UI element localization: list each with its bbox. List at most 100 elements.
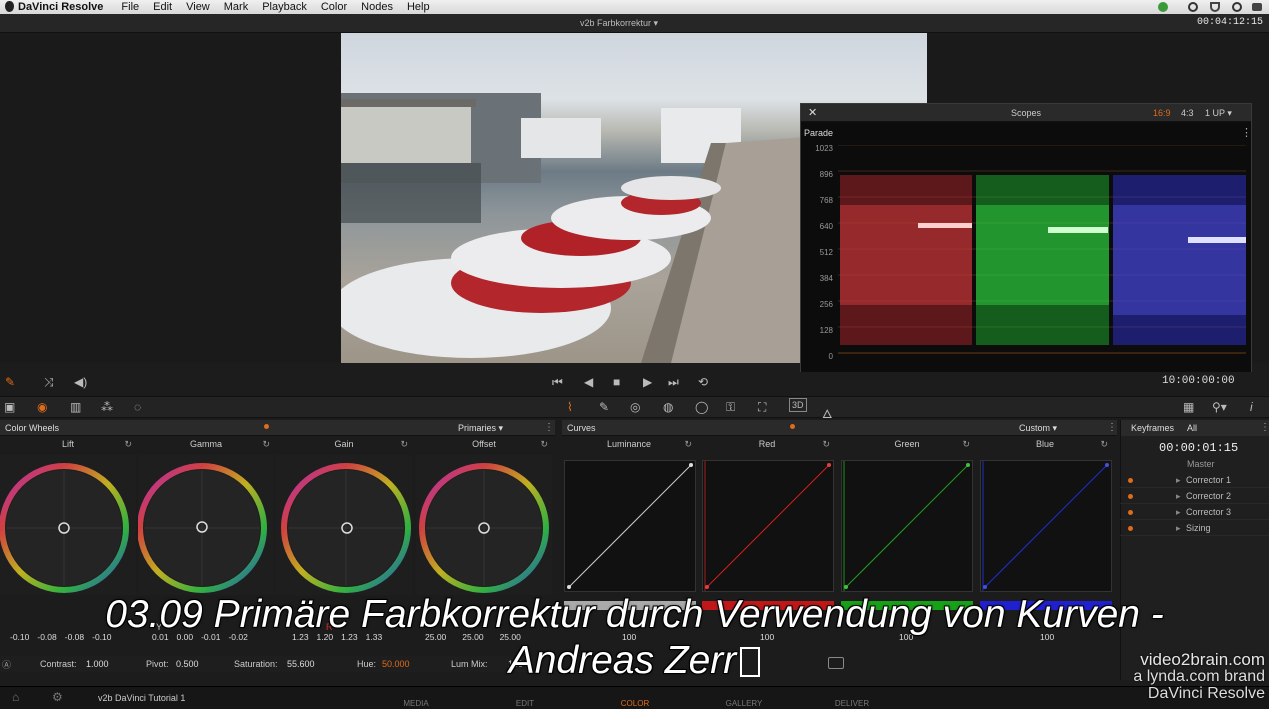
tab-gallery[interactable]: GALLERY	[714, 699, 774, 708]
wheel-label-offset: Offset ↻	[472, 439, 548, 450]
apple-icon[interactable]	[5, 1, 14, 12]
aspect-4-3[interactable]: 4:3	[1181, 108, 1194, 118]
creative-cloud-icon[interactable]	[1188, 2, 1198, 12]
luminance-curve[interactable]	[564, 460, 696, 592]
wheels-mode-select[interactable]: Primaries ▾	[458, 423, 503, 434]
watermark-line-1: video2brain.com	[1140, 650, 1265, 669]
home-icon[interactable]: ⌂	[12, 690, 19, 704]
keyframe-row[interactable]: ▸ Sizing	[1120, 521, 1269, 536]
info-icon[interactable]: i	[1250, 400, 1253, 414]
keyframe-dot	[1128, 478, 1133, 483]
offset-wheel[interactable]	[416, 455, 552, 595]
motion-icon[interactable]: ◌	[134, 400, 141, 414]
gain-wheel[interactable]	[276, 455, 412, 595]
tab-media[interactable]: MEDIA	[386, 699, 446, 708]
expand-icon[interactable]: ▸	[1176, 523, 1181, 534]
scope-options-icon[interactable]: ⋮	[1241, 126, 1252, 139]
curves-options-icon[interactable]: ⋮	[1107, 422, 1117, 433]
curve-label-green: Green ↻	[894, 439, 970, 450]
menu-help[interactable]: Help	[407, 1, 430, 13]
eyedropper-tool-icon[interactable]: ✎	[5, 375, 15, 389]
window-icon[interactable]: ◎	[630, 400, 640, 414]
curves-indicator-dot	[790, 424, 795, 429]
skip-back-icon[interactable]: ⏮	[552, 375, 563, 390]
lift-wheel[interactable]	[0, 455, 136, 595]
scale-label: 512	[819, 248, 833, 257]
menu-file[interactable]: File	[121, 1, 139, 13]
search-icon[interactable]	[1232, 2, 1242, 12]
keyframe-row[interactable]: ▸ Corrector 1	[1120, 473, 1269, 488]
scale-label: 640	[819, 222, 833, 231]
keyframe-row-label: Sizing	[1186, 523, 1211, 533]
zoom-icon[interactable]: ⚲▾	[1212, 400, 1227, 414]
rgb-mixer-icon[interactable]: ⁂	[101, 400, 113, 414]
3d-icon[interactable]: 3D	[789, 398, 807, 412]
color-wheels-icon[interactable]: ◉	[37, 400, 47, 414]
grid-icon[interactable]: ▦	[1183, 400, 1194, 414]
tab-color[interactable]: COLOR	[605, 699, 665, 708]
shuffle-icon[interactable]: ⤨	[44, 375, 54, 390]
tab-edit[interactable]: EDIT	[495, 699, 555, 708]
tab-deliver[interactable]: DELIVER	[822, 699, 882, 708]
menu-color[interactable]: Color	[321, 1, 347, 13]
scale-label: 0	[828, 352, 833, 361]
skip-forward-icon[interactable]: ⏭	[668, 375, 679, 390]
blur-icon[interactable]: ◯	[695, 400, 708, 414]
play-icon[interactable]: ▶	[643, 375, 652, 389]
watermark: video2brain.com a lynda.com brand DaVinc…	[1133, 651, 1265, 702]
close-icon[interactable]: ✕	[808, 106, 817, 119]
reset-icon[interactable]: ↻	[822, 439, 830, 450]
curve-label-luminance: Luminance ↻	[606, 439, 692, 450]
keyframe-row-label: Corrector 1	[1186, 475, 1232, 485]
keyframes-filter[interactable]: All	[1187, 423, 1197, 433]
wifi-icon[interactable]	[1210, 2, 1220, 12]
reset-icon[interactable]: ↻	[684, 439, 692, 450]
reset-icon[interactable]: ↻	[262, 439, 270, 450]
red-curve[interactable]	[702, 460, 834, 592]
key-icon[interactable]: ⚿	[726, 400, 735, 415]
tracker-icon[interactable]: ◍	[663, 400, 673, 414]
keyframes-options-icon[interactable]: ⋮	[1260, 422, 1269, 433]
project-title[interactable]: v2b Farbkorrektur ▾	[580, 18, 658, 29]
menu-list-icon[interactable]	[1252, 3, 1262, 11]
keyframe-row[interactable]: ▸ Corrector 3	[1120, 505, 1269, 520]
scope-mode[interactable]: Parade	[804, 128, 833, 138]
stop-icon[interactable]: ■	[613, 375, 620, 389]
scope-scale: 1023 896 768 640 512 384 256 128 0	[809, 144, 833, 364]
expand-icon[interactable]: ▸	[1176, 475, 1181, 486]
keyframe-row[interactable]: ▸ Corrector 2	[1120, 489, 1269, 504]
blue-curve[interactable]	[980, 460, 1112, 592]
camera-raw-icon[interactable]: ▣	[4, 400, 15, 414]
curves-icon[interactable]: ⌇	[567, 400, 573, 414]
loop-icon[interactable]: ⟲	[698, 375, 708, 389]
reset-icon[interactable]: ↻	[962, 439, 970, 450]
reset-icon[interactable]: ↻	[124, 439, 132, 450]
sizing-icon[interactable]: ⛶	[758, 400, 766, 415]
curves-mode-select[interactable]: Custom ▾	[1019, 423, 1057, 434]
color-wheels-header: Color Wheels Primaries ▾ ⋮	[0, 420, 555, 436]
menu-edit[interactable]: Edit	[153, 1, 172, 13]
reset-icon[interactable]: ↻	[540, 439, 548, 450]
menu-view[interactable]: View	[186, 1, 210, 13]
gamma-wheel[interactable]	[137, 455, 274, 595]
play-reverse-icon[interactable]: ◀	[584, 375, 593, 389]
expand-icon[interactable]: ▸	[1176, 491, 1181, 502]
app-name[interactable]: DaVinci Resolve	[18, 1, 103, 13]
qualifier-icon[interactable]: ✎	[599, 400, 609, 414]
menu-playback[interactable]: Playback	[262, 1, 307, 13]
subtitle-line-2: Andreas Zerr	[0, 638, 1269, 684]
primaries-bars-icon[interactable]: ▥	[70, 400, 81, 414]
reset-icon[interactable]: ↻	[400, 439, 408, 450]
scopes-header: ✕ Scopes 16:9 4:3 1 UP ▾	[801, 104, 1251, 122]
menu-nodes[interactable]: Nodes	[361, 1, 393, 13]
green-curve[interactable]	[841, 460, 973, 592]
layout-select[interactable]: 1 UP ▾	[1205, 108, 1232, 119]
menu-mark[interactable]: Mark	[224, 1, 248, 13]
volume-icon[interactable]: ◀)	[74, 375, 87, 389]
expand-icon[interactable]: ▸	[1176, 507, 1181, 518]
aspect-16-9[interactable]: 16:9	[1153, 108, 1171, 118]
reset-icon[interactable]: ↻	[1100, 439, 1108, 450]
download-status-icon[interactable]	[1158, 2, 1168, 12]
settings-icon[interactable]: ⚙	[52, 690, 63, 704]
wheels-options-icon[interactable]: ⋮	[544, 422, 554, 433]
